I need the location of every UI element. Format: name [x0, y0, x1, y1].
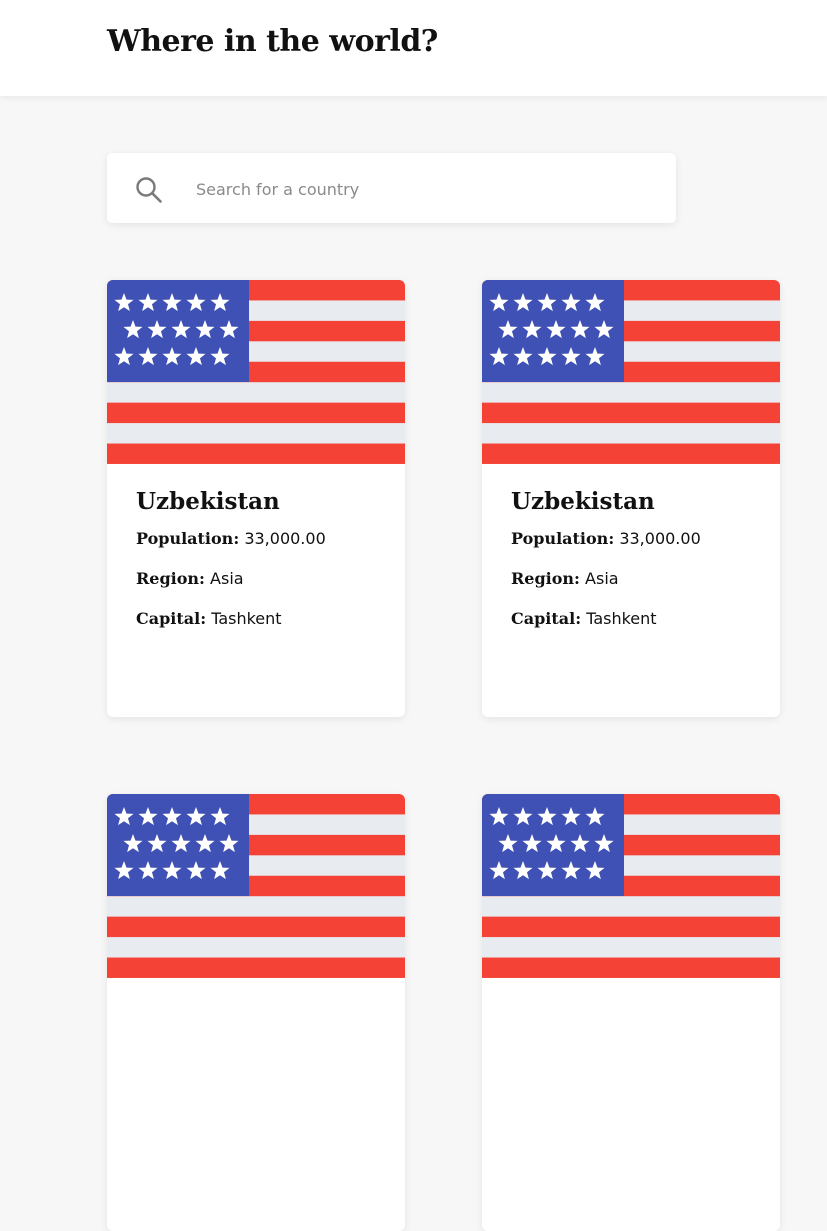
population-label: Population: [511, 529, 615, 548]
country-name: Uzbekistan [511, 488, 655, 515]
country-name: Uzbekistan [136, 488, 280, 515]
population-label: Population: [136, 529, 240, 548]
search-icon [136, 177, 162, 203]
capital-value: Tashkent [586, 609, 657, 628]
us-flag-icon [482, 794, 780, 978]
us-flag-icon [107, 280, 405, 464]
capital-row: Capital: Tashkent [511, 609, 751, 629]
capital-value: Tashkent [211, 609, 282, 628]
search-bar[interactable] [107, 153, 676, 223]
country-card[interactable] [482, 794, 780, 1231]
search-input[interactable] [194, 171, 658, 207]
region-value: Asia [210, 569, 244, 588]
region-value: Asia [585, 569, 619, 588]
country-card[interactable]: Uzbekistan Population: 33,000.00 Region:… [482, 280, 780, 717]
capital-label: Capital: [511, 609, 582, 628]
country-card[interactable]: Uzbekistan Population: 33,000.00 Region:… [107, 280, 405, 717]
capital-row: Capital: Tashkent [136, 609, 376, 629]
population-row: Population: 33,000.00 [511, 529, 751, 549]
population-row: Population: 33,000.00 [136, 529, 376, 549]
region-label: Region: [136, 569, 205, 588]
region-row: Region: Asia [136, 569, 376, 589]
page-title: Where in the world? [107, 24, 438, 59]
region-row: Region: Asia [511, 569, 751, 589]
region-label: Region: [511, 569, 580, 588]
country-card[interactable] [107, 794, 405, 1231]
us-flag-icon [482, 280, 780, 464]
capital-label: Capital: [136, 609, 207, 628]
app-header: Where in the world? [0, 0, 827, 96]
population-value: 33,000.00 [619, 529, 701, 548]
population-value: 33,000.00 [244, 529, 326, 548]
us-flag-icon [107, 794, 405, 978]
